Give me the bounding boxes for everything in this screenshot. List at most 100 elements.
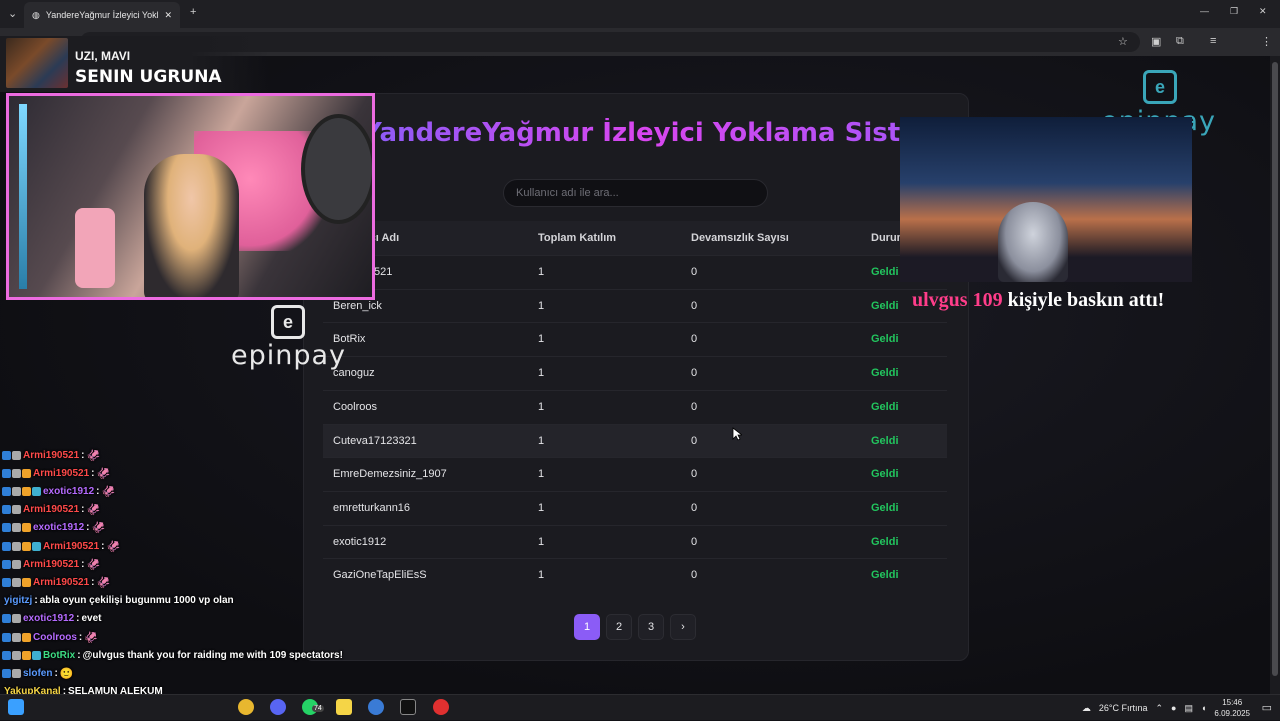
chat-badges [2,541,41,551]
mic-icon[interactable]: ● [1171,703,1176,713]
cell-total: 1 [538,367,545,380]
maximize-icon[interactable]: ❐ [1230,6,1238,17]
cell-total: 1 [538,501,545,514]
cell-absent: 0 [691,400,698,413]
minimize-icon[interactable]: — [1200,6,1209,16]
chat-badge-icon [2,577,11,587]
chat-badges [2,450,21,460]
chat-message: BotRix: @ulvgus thank you for raiding me … [2,646,343,664]
app-icon[interactable] [400,699,416,715]
table-row[interactable]: canoguz 1 0 Geldi [323,356,947,389]
browser-tab[interactable]: ◍ YandereYağmur İzleyici Yoklam ✕ [24,2,180,28]
chat-emote-icon: 🙂 [59,667,74,680]
chat-username[interactable]: Coolroos [33,632,77,643]
chat-message: Armi190521: 🦑 [2,464,110,482]
clock-date: 6.09.2025 [1214,709,1250,718]
start-icon[interactable] [8,699,24,715]
puzzle-icon[interactable]: ⧉ [1176,35,1184,48]
webcam-overlay [6,93,375,300]
chat-separator: : [81,449,85,461]
next-page-button[interactable]: › [670,614,696,640]
page-3-button[interactable]: 3 [638,614,664,640]
chat-username[interactable]: slofen [23,668,52,679]
steam-icon[interactable] [368,699,384,715]
cell-username: Cuteva17123321 [333,434,417,447]
chat-badge-icon [12,559,21,569]
table-row[interactable]: Armi19052110Geldi [323,255,947,288]
cell-username: GaziOneTapEliEsS [333,569,427,582]
menu-icon[interactable]: ⋮ [1261,35,1272,48]
epinpay-logo-icon: e [271,305,305,339]
chat-username[interactable]: exotic1912 [23,613,74,624]
chat-badge-icon [12,486,21,496]
network-icon[interactable]: ▤ [1184,703,1193,714]
chat-badges [2,505,21,515]
cell-absent: 0 [691,299,698,312]
chat-username[interactable]: Armi190521 [43,541,99,552]
cell-total: 1 [538,266,545,278]
chat-badge-icon [22,523,31,533]
chat-username[interactable]: exotic1912 [43,486,94,497]
notification-icon[interactable]: ▭ [1262,701,1272,714]
chat-badges [2,668,21,678]
chat-username[interactable]: exotic1912 [33,522,84,533]
mouse-cursor-icon [732,427,742,441]
chat-message: Armi190521: 🦑 [2,555,100,573]
cell-username: emretturkann16 [333,501,411,514]
page-1-button[interactable]: 1 [574,614,600,640]
extension-icon[interactable]: ▣ [1151,35,1161,48]
cell-total: 1 [538,434,545,447]
clock[interactable]: 15:46 6.09.2025 [1214,697,1250,719]
table-row[interactable]: BotRix 1 0 Geldi [323,322,947,355]
notes-icon[interactable] [336,699,352,715]
chat-badge-icon [2,614,11,624]
cell-username: exotic1912 [333,535,387,548]
scrollbar-thumb[interactable] [1272,62,1278,676]
chat-badges [2,577,31,587]
chat-username[interactable]: Armi190521 [33,468,89,479]
chat-badge-icon [2,559,11,569]
table-row[interactable]: exotic1912 1 0 Geldi [323,524,947,558]
obs-icon[interactable] [433,699,449,715]
star-icon[interactable]: ☆ [1118,35,1128,48]
chat-badge-icon [12,450,21,460]
chat-separator: : [78,631,83,643]
chat-username[interactable]: Armi190521 [23,504,79,515]
volume-icon[interactable]: ◖ [1201,703,1206,713]
col-total[interactable]: Toplam Katılım [538,232,616,244]
table-row[interactable]: Beren_ick 1 0 Geldi [323,288,947,322]
table-row[interactable]: EmreDemezsiniz_1907 1 0 Geldi [323,457,947,490]
table-row[interactable]: Coolroos 1 0 Geldi [323,389,947,423]
chat-separator: : [91,576,95,588]
weather-text[interactable]: 26°C Fırtına [1099,703,1148,713]
search-input[interactable] [503,179,768,207]
chat-username[interactable]: Armi190521 [33,577,89,588]
col-absent[interactable]: Devamsızlık Sayısı [691,232,789,244]
chat-username[interactable]: BotRix [43,650,75,661]
media-icon[interactable]: ≡ [1210,35,1216,47]
table-row[interactable]: Cuteva17123321 1 0 Geldi [323,423,947,457]
chat-username[interactable]: Armi190521 [23,559,79,570]
epinpay-logo-icon-2: e [1143,70,1177,104]
chat-username[interactable]: yigitzj [4,595,32,606]
tab-list-icon[interactable]: ⌄ [8,7,17,20]
cell-username: Coolroos [333,400,378,413]
new-tab-icon[interactable]: + [190,6,196,18]
table-row[interactable]: GaziOneTapEliEsS 1 0 Geldi [323,558,947,591]
cell-absent: 0 [691,367,698,380]
table-row[interactable]: emretturkann16 1 0 Geldi [323,490,947,524]
cell-status: Geldi [871,535,899,548]
chrome-icon[interactable] [238,699,254,715]
discord-icon[interactable] [270,699,286,715]
chevron-up-icon[interactable]: ⌃ [1155,703,1163,714]
cell-status: Geldi [871,266,899,278]
raid-user: ulvgus [912,289,968,311]
chat-badge-icon [12,505,21,515]
close-window-icon[interactable]: ✕ [1259,6,1267,17]
chat-badge-icon [2,650,11,660]
close-tab-icon[interactable]: ✕ [164,10,172,21]
chat-badge-icon [12,650,21,660]
chat-username[interactable]: Armi190521 [23,450,79,461]
page-2-button[interactable]: 2 [606,614,632,640]
chat-badge-icon [2,523,11,533]
